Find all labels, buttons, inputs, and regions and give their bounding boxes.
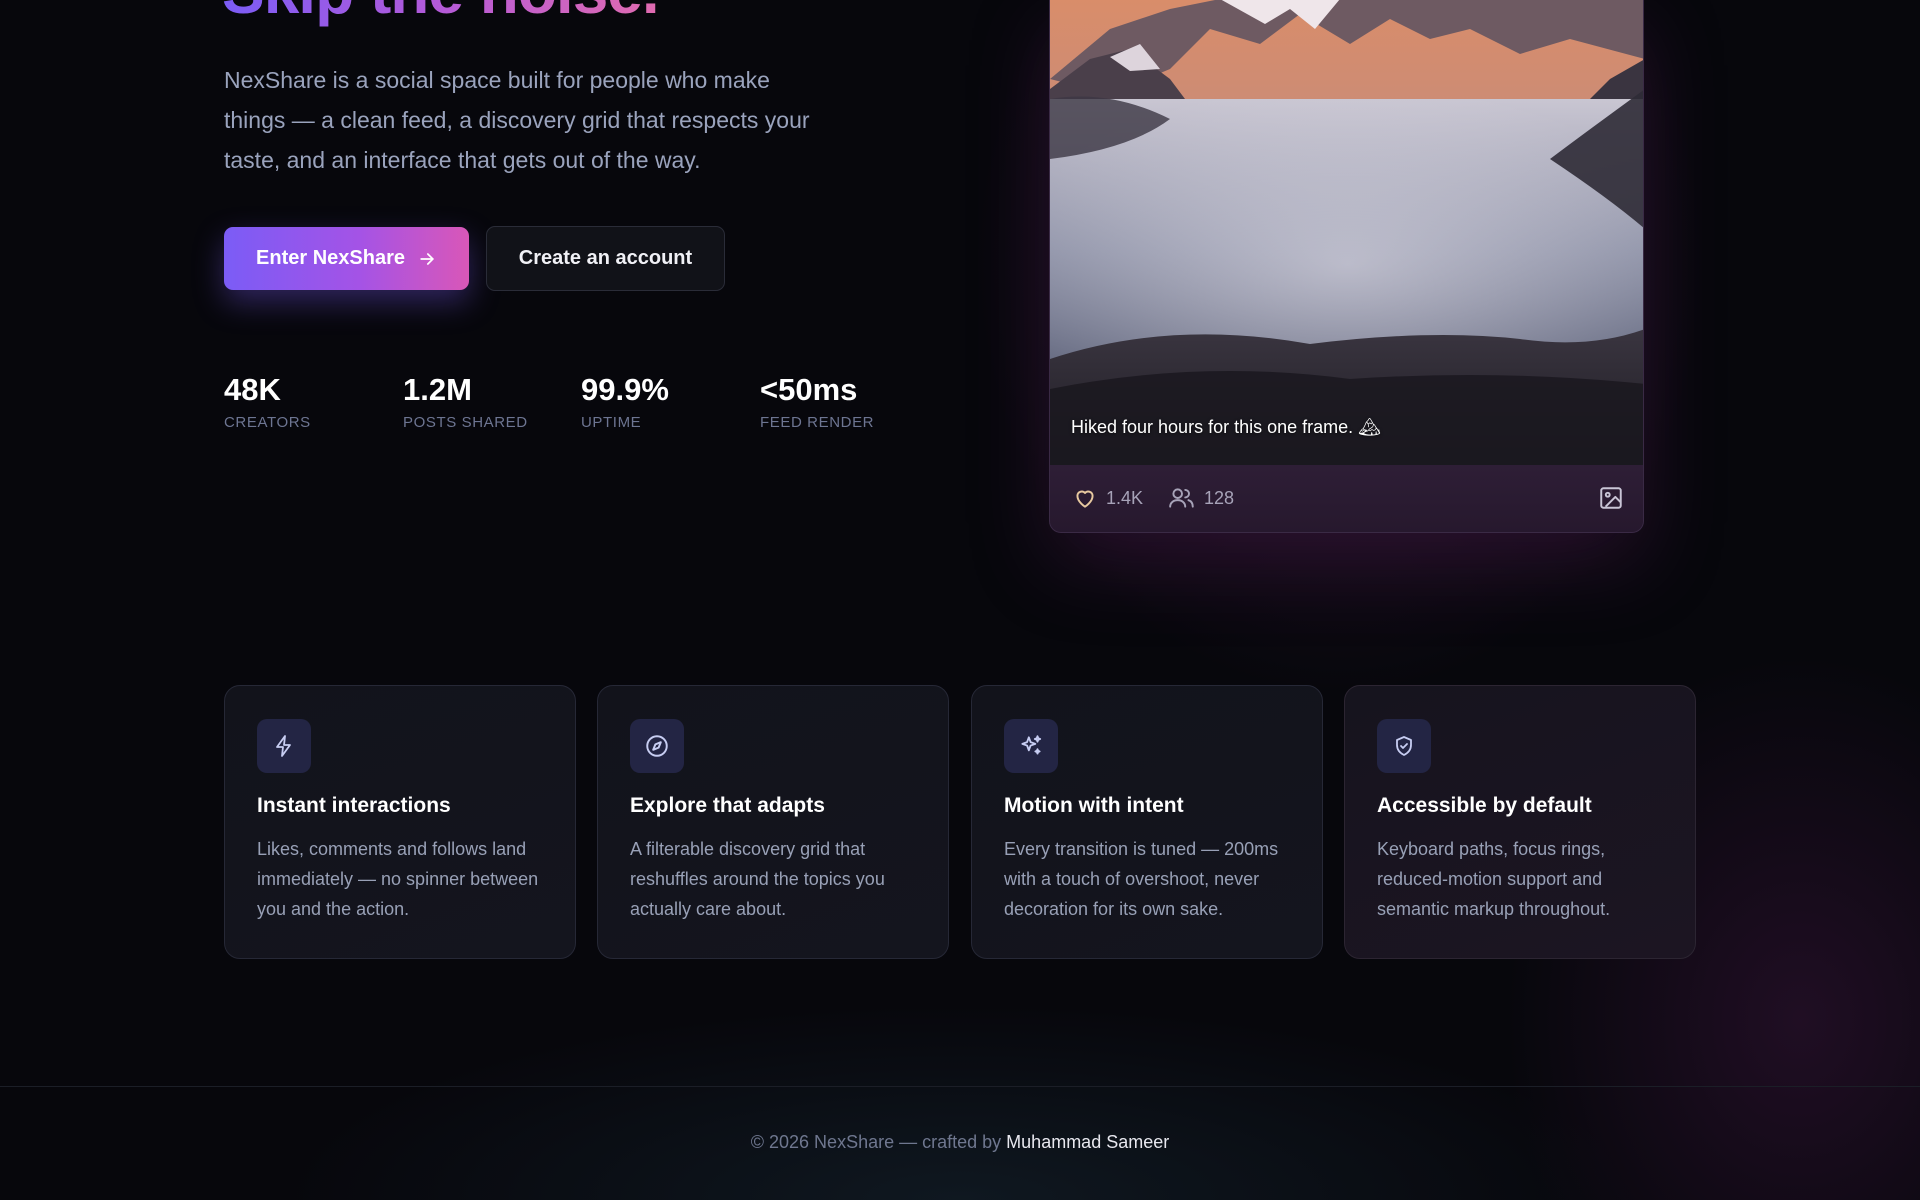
feature-description: Keyboard paths, focus rings, reduced-mot… (1377, 839, 1611, 919)
hero-description: NexShare is a social space built for peo… (224, 67, 810, 173)
footer: © 2026 NexShare — crafted by Muhammad Sa… (0, 1132, 1920, 1153)
compass-icon (646, 735, 668, 757)
stat-creators: 48K CREATORS (224, 372, 311, 431)
hero-title: Skip the noise. (222, 0, 660, 28)
feature-title: Instant interactions (257, 794, 451, 817)
like-count: 1.4K (1106, 487, 1144, 508)
sparkles-icon (1021, 735, 1042, 755)
enter-nexshare-label: Enter NexShare (256, 247, 405, 269)
stat-label: CREATORS (224, 414, 311, 431)
footer-divider (0, 1086, 1920, 1087)
users-icon (1169, 488, 1194, 508)
footer-copyright: © 2026 NexShare — crafted by (750, 1132, 1002, 1152)
feature-description: Every transition is tuned — 200ms with a… (1004, 839, 1279, 919)
stat-value: <50ms (760, 372, 858, 407)
stat-value: 48K (224, 372, 281, 407)
stat-posts-shared: 1.2M POSTS SHARED (403, 372, 528, 431)
feature-icon-box (257, 719, 311, 773)
post-card[interactable]: Hiked four hours for this one frame. 🏔 1… (1049, 0, 1644, 533)
stat-label: POSTS SHARED (403, 414, 528, 431)
feature-icon-box (630, 719, 684, 773)
arrow-right-icon (420, 252, 434, 265)
lightning-icon (276, 735, 291, 757)
enter-nexshare-button[interactable]: Enter NexShare (224, 227, 469, 290)
create-account-button[interactable]: Create an account (486, 226, 725, 291)
footer-author-link[interactable]: Muhammad Sameer (1006, 1132, 1169, 1152)
heart-icon (1076, 490, 1094, 508)
feature-description: Likes, comments and follows land immedia… (257, 839, 539, 919)
stat-value: 1.2M (403, 372, 472, 407)
post-caption: Hiked four hours for this one frame. 🏔 (1071, 417, 1381, 437)
stat-uptime: 99.9% UPTIME (581, 372, 669, 431)
image-icon (1600, 487, 1622, 509)
stat-value: 99.9% (581, 372, 669, 407)
feature-title: Accessible by default (1377, 794, 1592, 817)
stat-label: UPTIME (581, 414, 642, 431)
followers-button[interactable]: 128 (1168, 485, 1234, 511)
feature-title: Motion with intent (1004, 794, 1184, 817)
image-button[interactable] (1598, 485, 1624, 511)
stat-feed-render: <50ms FEED RENDER (760, 372, 874, 431)
feature-card-explore-that-adapts: Explore that adapts A filterable discove… (597, 685, 949, 959)
feature-title: Explore that adapts (630, 794, 825, 817)
feature-description: A filterable discovery grid that reshuff… (630, 839, 885, 919)
feature-card-instant-interactions: Instant interactions Likes, comments and… (224, 685, 576, 959)
post-footer: 1.4K 128 (1050, 465, 1643, 532)
follower-count: 128 (1204, 487, 1235, 508)
feature-card-accessible-by-default: Accessible by default Keyboard paths, fo… (1344, 685, 1696, 959)
post-image (1050, 0, 1643, 465)
stat-label: FEED RENDER (760, 414, 875, 431)
feature-card-motion-with-intent: Motion with intent Every transition is t… (971, 685, 1323, 959)
feature-icon-box (1004, 719, 1058, 773)
like-button[interactable]: 1.4K (1072, 485, 1143, 511)
shield-check-icon (1396, 736, 1412, 756)
feature-icon-box (1377, 719, 1431, 773)
